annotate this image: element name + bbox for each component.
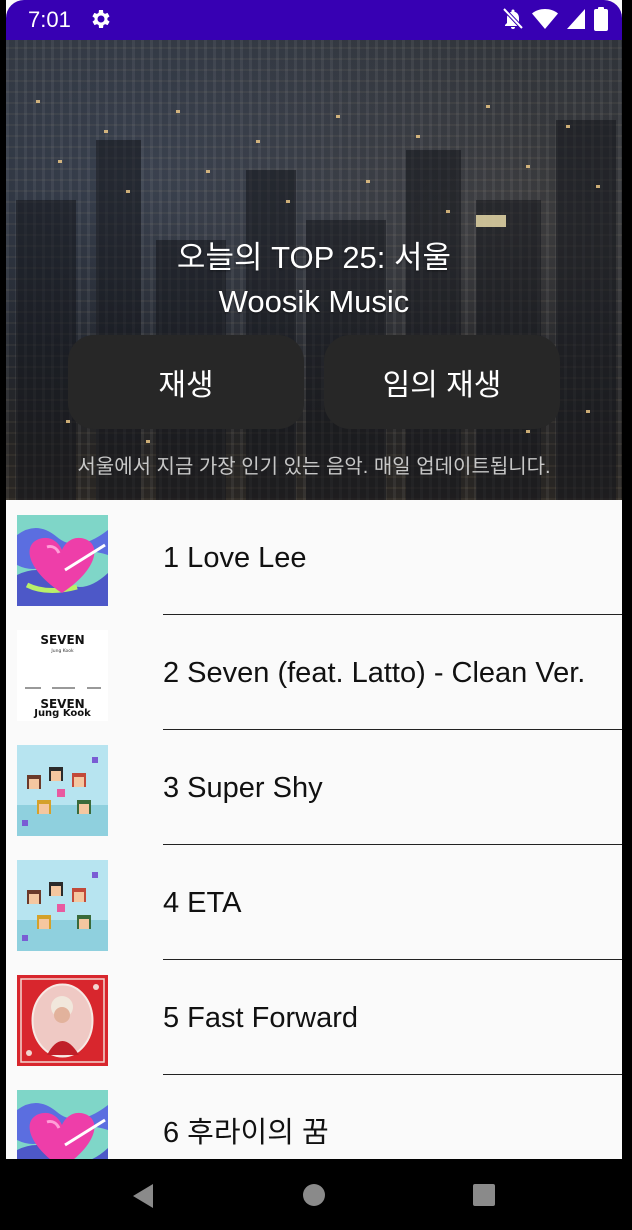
track-item[interactable]: SEVEN Jung Kook SEVEN Jung Kook 2 Seven … <box>6 615 622 730</box>
album-art-seven-title: SEVEN <box>40 633 84 647</box>
playlist-description: 서울에서 지금 가장 인기 있는 음악. 매일 업데이트됩니다. <box>77 456 551 478</box>
recents-icon[interactable] <box>472 1183 496 1211</box>
notifications-off-icon <box>502 7 524 35</box>
album-art-portrait <box>17 975 108 1066</box>
track-list[interactable]: 1 Love Lee SEVEN Jung Kook SEVEN Jung Ko… <box>6 500 622 1159</box>
settings-gear-icon <box>88 7 112 31</box>
track-item[interactable]: 5 Fast Forward <box>6 960 622 1075</box>
app-screen: 7:01 오늘의 TOP 25: 서울 Woosik Music 재생 임의 재… <box>6 0 622 1230</box>
battery-icon <box>594 7 608 35</box>
album-art-seven: SEVEN Jung Kook SEVEN Jung Kook <box>17 630 108 721</box>
playlist-title: 오늘의 TOP 25: 서울 Woosik Music <box>6 236 622 324</box>
shuffle-play-button[interactable]: 임의 재생 <box>324 335 560 429</box>
track-title: 4 ETA <box>163 886 242 919</box>
track-item[interactable]: 1 Love Lee <box>6 500 622 615</box>
track-title: 3 Super Shy <box>163 771 323 804</box>
track-item[interactable]: 4 ETA <box>6 845 622 960</box>
album-art-heart <box>17 1090 108 1159</box>
album-art-pixel <box>17 860 108 951</box>
track-title: 1 Love Lee <box>163 541 307 574</box>
back-icon[interactable] <box>131 1183 155 1213</box>
album-art-pixel <box>17 745 108 836</box>
album-art-seven-artist: Jung Kook <box>50 648 74 654</box>
track-title: 2 Seven (feat. Latto) - Clean Ver. <box>163 656 586 689</box>
album-art-seven-artist-bottom: Jung Kook <box>33 708 91 719</box>
playlist-title-line1: 오늘의 TOP 25: 서울 <box>176 240 452 275</box>
status-icons <box>502 7 608 35</box>
playlist-header: 오늘의 TOP 25: 서울 Woosik Music 재생 임의 재생 서울에… <box>6 40 622 500</box>
play-button[interactable]: 재생 <box>68 335 304 429</box>
track-item[interactable]: 3 Super Shy <box>6 730 622 845</box>
system-navigation-bar <box>6 1159 622 1230</box>
status-bar: 7:01 <box>6 0 622 40</box>
status-time: 7:01 <box>28 7 71 32</box>
track-title: 5 Fast Forward <box>163 1001 358 1034</box>
track-title: 6 후라이의 꿈 <box>163 1116 329 1149</box>
wifi-icon <box>532 8 558 34</box>
cell-signal-icon <box>566 8 586 34</box>
playlist-title-line2: Woosik Music <box>218 284 410 319</box>
album-art-heart <box>17 515 108 606</box>
track-item[interactable]: 6 후라이의 꿈 <box>6 1075 622 1159</box>
home-icon[interactable] <box>302 1183 326 1211</box>
